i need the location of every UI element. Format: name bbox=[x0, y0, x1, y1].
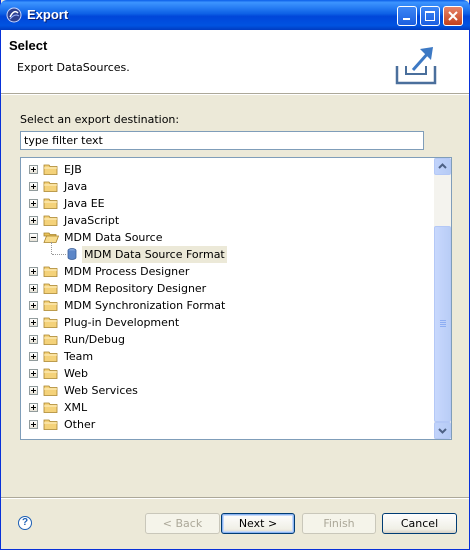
folder-icon bbox=[43, 402, 58, 413]
eclipse-app-icon bbox=[6, 7, 22, 23]
close-icon bbox=[448, 11, 458, 21]
finish-button[interactable]: Finish bbox=[302, 513, 376, 534]
expand-toggle-icon[interactable] bbox=[29, 182, 38, 191]
folder-icon bbox=[43, 351, 58, 362]
expand-toggle-icon[interactable] bbox=[29, 267, 38, 276]
tree-vertical-scrollbar[interactable] bbox=[434, 158, 451, 439]
expand-toggle-icon[interactable] bbox=[29, 216, 38, 225]
tree-item[interactable]: Java bbox=[21, 178, 431, 195]
tree-item[interactable]: EJB bbox=[21, 161, 431, 178]
tree-item-label: EJB bbox=[64, 163, 82, 176]
footer-divider-highlight bbox=[1, 498, 469, 499]
wizard-header: Select Export DataSources. bbox=[1, 30, 469, 94]
tree-item-label: Other bbox=[64, 418, 96, 431]
chevron-down-icon bbox=[438, 428, 447, 434]
export-dialog: Export Select Export DataSources. Select… bbox=[0, 0, 470, 550]
tree-item[interactable]: MDM Process Designer bbox=[21, 263, 431, 280]
page-title: Select bbox=[9, 38, 48, 53]
tree-item-label: MDM Repository Designer bbox=[64, 282, 207, 295]
tree-item-label: MDM Data Source bbox=[64, 231, 163, 244]
expand-toggle-icon[interactable] bbox=[29, 199, 38, 208]
folder-icon bbox=[43, 198, 58, 209]
tree-item-label: Web Services bbox=[64, 384, 138, 397]
expand-toggle-icon[interactable] bbox=[29, 386, 38, 395]
folder-icon bbox=[43, 368, 58, 379]
tree-item-label: Java EE bbox=[64, 197, 105, 210]
expand-toggle-icon[interactable] bbox=[29, 284, 38, 293]
folder-icon bbox=[43, 334, 58, 345]
tree-item[interactable]: Run/Debug bbox=[21, 331, 431, 348]
expand-toggle-icon[interactable] bbox=[29, 369, 38, 378]
close-button[interactable] bbox=[443, 6, 463, 26]
filter-input[interactable] bbox=[20, 131, 424, 150]
thumb-grip-line bbox=[440, 322, 446, 323]
tree-item[interactable]: MDM Synchronization Format bbox=[21, 297, 431, 314]
next-button[interactable]: Next > bbox=[221, 513, 295, 534]
thumb-grip-line bbox=[440, 326, 446, 327]
folder-icon bbox=[43, 266, 58, 277]
tree-item[interactable]: Other bbox=[21, 416, 431, 433]
folder-icon bbox=[43, 385, 58, 396]
expand-toggle-icon[interactable] bbox=[29, 335, 38, 344]
tree-item[interactable]: Java EE bbox=[21, 195, 431, 212]
scroll-down-button[interactable] bbox=[434, 422, 451, 439]
scroll-thumb[interactable] bbox=[434, 226, 451, 422]
window-title: Export bbox=[27, 7, 69, 22]
folder-icon bbox=[43, 164, 58, 175]
help-icon: ? bbox=[21, 517, 29, 528]
tree-item-label: XML bbox=[64, 401, 88, 414]
tree-connector-line bbox=[51, 242, 52, 254]
folder-icon bbox=[43, 317, 58, 328]
maximize-button[interactable] bbox=[420, 6, 440, 26]
tree-item[interactable]: Team bbox=[21, 348, 431, 365]
folder-icon bbox=[43, 419, 58, 430]
tree-item-label: Plug-in Development bbox=[64, 316, 180, 329]
tree-item-label: Team bbox=[64, 350, 94, 363]
thumb-grip-line bbox=[440, 324, 446, 325]
cancel-button[interactable]: Cancel bbox=[382, 513, 457, 534]
header-divider bbox=[1, 94, 469, 95]
tree-item-label: MDM Data Source Format bbox=[82, 246, 227, 263]
expand-toggle-icon[interactable] bbox=[29, 420, 38, 429]
tree-item[interactable]: MDM Repository Designer bbox=[21, 280, 431, 297]
tree-item[interactable]: MDM Data Source bbox=[21, 229, 431, 246]
back-button[interactable]: < Back bbox=[145, 513, 220, 534]
tree-item[interactable]: XML bbox=[21, 399, 431, 416]
tree-item-label: JavaScript bbox=[64, 214, 120, 227]
folder-icon bbox=[43, 215, 58, 226]
page-description: Export DataSources. bbox=[17, 61, 130, 74]
title-bar[interactable]: Export bbox=[0, 0, 470, 30]
folder-icon bbox=[43, 300, 58, 311]
tree-connector-line bbox=[52, 254, 66, 255]
tree-item[interactable]: Web bbox=[21, 365, 431, 382]
tree-item[interactable]: JavaScript bbox=[21, 212, 431, 229]
tree-item-label: Web bbox=[64, 367, 88, 380]
tree-item[interactable]: Plug-in Development bbox=[21, 314, 431, 331]
export-destination-tree[interactable]: EJB Java Java EE JavaScript MDM Data Source M… bbox=[20, 157, 452, 440]
export-destination-label: Select an export destination: bbox=[20, 113, 180, 126]
expand-toggle-icon[interactable] bbox=[29, 403, 38, 412]
expand-toggle-icon[interactable] bbox=[29, 165, 38, 174]
minimize-button[interactable] bbox=[397, 6, 417, 26]
tree-item-label: Run/Debug bbox=[64, 333, 125, 346]
thumb-grip-line bbox=[440, 320, 446, 321]
tree-item-label: MDM Synchronization Format bbox=[64, 299, 226, 312]
tree-item-label: Java bbox=[64, 180, 88, 193]
expand-toggle-icon[interactable] bbox=[29, 352, 38, 361]
export-wizard-icon bbox=[395, 47, 437, 85]
tree-item-label: MDM Process Designer bbox=[64, 265, 190, 278]
collapse-toggle-icon[interactable] bbox=[29, 233, 38, 242]
help-button[interactable]: ? bbox=[18, 516, 32, 530]
expand-toggle-icon[interactable] bbox=[29, 301, 38, 310]
chevron-up-icon bbox=[438, 163, 447, 169]
minimize-icon bbox=[403, 18, 410, 20]
maximize-icon bbox=[425, 11, 435, 21]
datasource-icon bbox=[67, 248, 77, 260]
tree-item[interactable]: Web Services bbox=[21, 382, 431, 399]
folder-icon bbox=[43, 181, 58, 192]
scroll-up-button[interactable] bbox=[434, 158, 451, 175]
folder-icon bbox=[43, 283, 58, 294]
tree-item[interactable]: MDM Data Source Format bbox=[21, 242, 431, 263]
expand-toggle-icon[interactable] bbox=[29, 318, 38, 327]
